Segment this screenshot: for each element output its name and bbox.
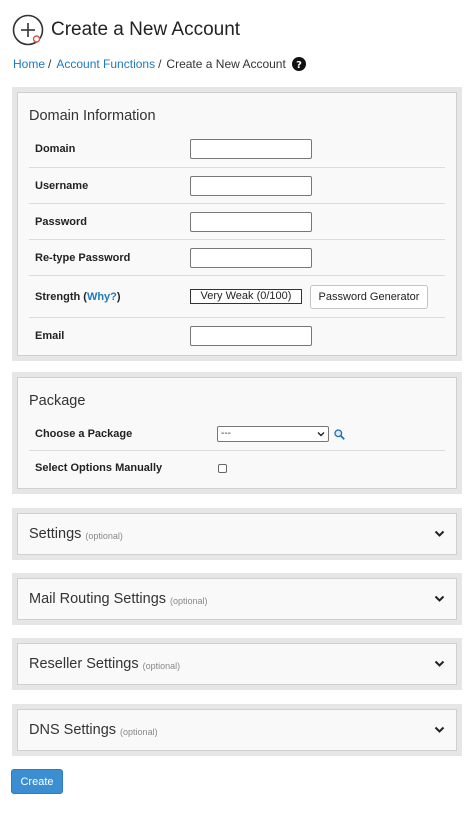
dns-settings-title: DNS Settings — [29, 722, 117, 738]
package-select[interactable]: --- — [217, 426, 329, 442]
password-input[interactable] — [190, 211, 312, 232]
retype-password-label: Re-type Password — [35, 251, 131, 264]
chevron-down-icon — [317, 432, 325, 437]
optional-tag: (optional) — [85, 530, 123, 541]
select-options-manually-checkbox[interactable] — [218, 463, 227, 473]
optional-tag: (optional) — [142, 660, 181, 671]
email-label: Email — [35, 330, 65, 342]
page-header: Create a New Account — [12, 14, 240, 46]
search-icon[interactable] — [334, 428, 345, 440]
help-icon[interactable]: ? — [291, 57, 306, 71]
password-label: Password — [35, 215, 87, 228]
password-strength-meter: Very Weak (0/100) — [190, 289, 302, 304]
chevron-down-icon[interactable] — [434, 595, 445, 603]
choose-package-label: Choose a Package — [35, 428, 133, 440]
strength-row: Strength (Why?) Very Weak (0/100) Passwo… — [29, 276, 445, 318]
select-options-manually-row: Select Options Manually — [29, 451, 445, 485]
settings-title: Settings — [29, 526, 82, 542]
package-title: Package — [29, 393, 86, 409]
create-button[interactable]: Create — [11, 769, 63, 794]
mail-routing-settings-title: Mail Routing Settings — [29, 591, 167, 607]
breadcrumb-current: Create a New Account — [166, 57, 286, 71]
svg-text:?: ? — [296, 60, 302, 71]
password-row: Password — [29, 204, 445, 240]
mail-routing-settings-section[interactable]: Mail Routing Settings (optional) — [12, 573, 462, 625]
strength-label: Strength (Why?) — [35, 290, 121, 303]
breadcrumb-account-functions-link[interactable]: Account Functions — [56, 57, 155, 71]
choose-package-row: Choose a Package --- — [29, 418, 445, 451]
package-panel: Package Choose a Package --- Select Opti… — [12, 372, 462, 494]
chevron-down-icon[interactable] — [434, 660, 445, 668]
retype-password-input[interactable] — [190, 247, 312, 268]
select-options-manually-label: Select Options Manually — [35, 462, 163, 474]
chevron-down-icon[interactable] — [434, 726, 445, 734]
chevron-down-icon[interactable] — [434, 530, 445, 538]
optional-tag: (optional) — [120, 726, 158, 737]
domain-row: Domain — [29, 131, 445, 168]
password-generator-button[interactable]: Password Generator — [310, 284, 428, 309]
domain-label: Domain — [35, 143, 76, 155]
breadcrumb-home-link[interactable]: Home — [13, 57, 45, 71]
optional-tag: (optional) — [170, 595, 208, 606]
domain-information-panel: Domain Information Domain Username Passw… — [12, 87, 462, 361]
dns-settings-section[interactable]: DNS Settings (optional) — [12, 704, 462, 756]
username-input[interactable] — [190, 175, 312, 196]
username-label: Username — [35, 179, 89, 192]
retype-password-row: Re-type Password — [29, 240, 445, 276]
email-row: Email — [29, 318, 445, 354]
why-link[interactable]: Why? — [87, 291, 117, 303]
username-row: Username — [29, 168, 445, 204]
reseller-settings-section[interactable]: Reseller Settings (optional) — [12, 638, 462, 690]
domain-input[interactable] — [190, 139, 312, 159]
domain-information-title: Domain Information — [29, 108, 156, 124]
settings-section[interactable]: Settings (optional) — [12, 508, 462, 560]
add-account-icon — [12, 14, 44, 46]
page-title: Create a New Account — [51, 19, 241, 40]
email-input[interactable] — [190, 326, 312, 346]
reseller-settings-title: Reseller Settings — [29, 656, 139, 672]
breadcrumb: Home / Account Functions / Create a New … — [13, 57, 306, 71]
